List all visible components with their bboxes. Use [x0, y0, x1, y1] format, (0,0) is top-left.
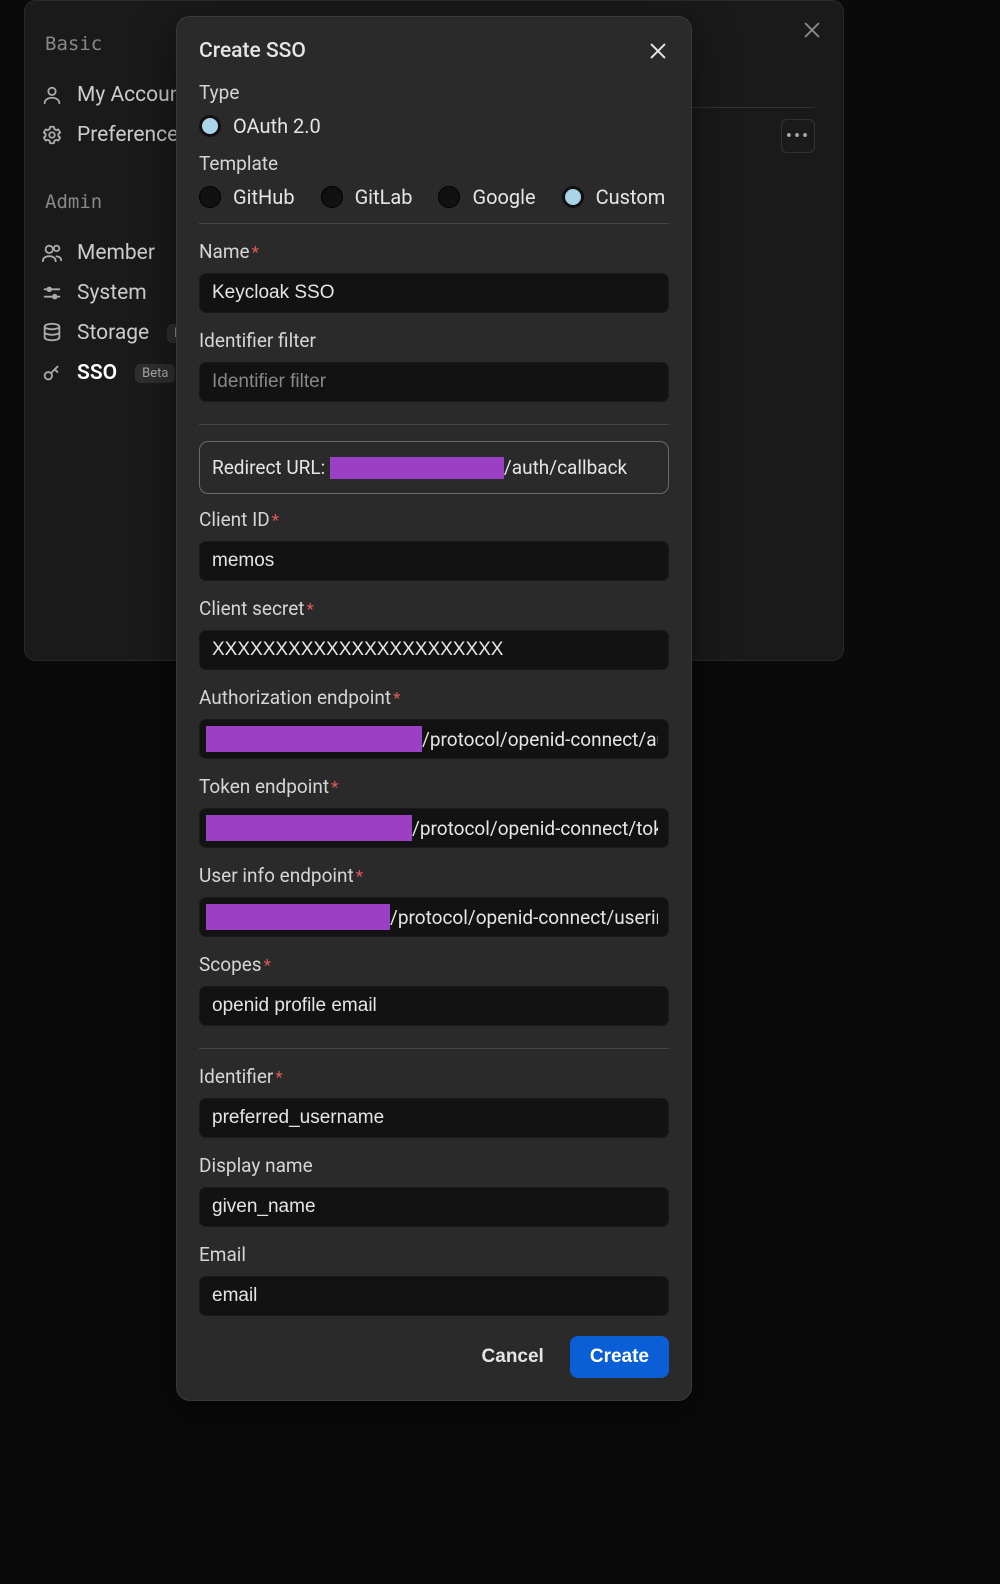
display-name-label: Display name — [199, 1154, 669, 1177]
key-icon — [41, 362, 63, 384]
sidebar-item-label: Storage — [77, 321, 149, 345]
userinfo-endpoint-input[interactable]: /protocol/openid-connect/userinfo — [199, 897, 669, 937]
user-icon — [41, 84, 63, 106]
modal-actions: Cancel Create — [199, 1336, 669, 1378]
redacted-segment — [206, 815, 412, 841]
redacted-segment — [206, 726, 422, 752]
template-option-custom[interactable]: Custom — [562, 185, 666, 209]
modal-title: Create SSO — [199, 39, 306, 63]
users-icon — [41, 242, 63, 264]
identifier-input[interactable] — [199, 1098, 669, 1138]
redacted-segment — [330, 457, 504, 479]
auth-endpoint-label: Authorization endpoint — [199, 686, 669, 709]
identifier-label: Identifier — [199, 1065, 669, 1088]
radio-unchecked-icon — [321, 186, 343, 208]
auth-endpoint-suffix: /protocol/openid-connect/auth — [422, 728, 658, 751]
cancel-button[interactable]: Cancel — [478, 1336, 548, 1378]
radio-label: Custom — [596, 185, 666, 209]
email-input[interactable] — [199, 1276, 669, 1316]
radio-label: Google — [472, 185, 535, 209]
sidebar-item-label: My Account — [77, 83, 188, 107]
client-secret-input[interactable] — [199, 630, 669, 670]
create-button[interactable]: Create — [570, 1336, 669, 1378]
redirect-url-display[interactable]: Redirect URL: /auth/callback — [199, 441, 669, 494]
name-label: Name — [199, 240, 669, 263]
template-option-google[interactable]: Google — [438, 185, 535, 209]
sidebar-item-label: Member — [77, 241, 155, 265]
template-radio-group: GitHub GitLab Google Custom — [199, 185, 669, 209]
divider — [199, 223, 669, 224]
template-label: Template — [199, 152, 669, 175]
database-icon — [41, 322, 63, 344]
modal-close-button[interactable] — [647, 40, 669, 62]
radio-unchecked-icon — [199, 186, 221, 208]
type-radio-group: OAuth 2.0 — [199, 114, 669, 138]
sliders-icon — [41, 282, 63, 304]
token-endpoint-label: Token endpoint — [199, 775, 669, 798]
radio-checked-icon — [562, 186, 584, 208]
sidebar-item-label: SSO — [77, 361, 117, 385]
beta-badge: Beta — [135, 364, 175, 383]
client-id-input[interactable] — [199, 541, 669, 581]
radio-checked-icon — [199, 115, 221, 137]
display-name-input[interactable] — [199, 1187, 669, 1227]
token-endpoint-input[interactable]: /protocol/openid-connect/token — [199, 808, 669, 848]
email-label: Email — [199, 1243, 669, 1266]
divider — [199, 1048, 669, 1049]
userinfo-endpoint-label: User info endpoint — [199, 864, 669, 887]
type-option-oauth2[interactable]: OAuth 2.0 — [199, 114, 321, 138]
radio-unchecked-icon — [438, 186, 460, 208]
template-option-gitlab[interactable]: GitLab — [321, 185, 413, 209]
client-id-label: Client ID — [199, 508, 669, 531]
token-endpoint-suffix: /protocol/openid-connect/token — [412, 817, 658, 840]
name-input[interactable] — [199, 273, 669, 313]
redirect-url-suffix: /auth/callback — [504, 456, 627, 479]
userinfo-endpoint-suffix: /protocol/openid-connect/userinfo — [390, 906, 658, 929]
create-sso-modal: Create SSO Type OAuth 2.0 Template GitHu… — [176, 16, 692, 1401]
identifier-filter-input[interactable] — [199, 362, 669, 402]
radio-label: GitHub — [233, 185, 295, 209]
identifier-filter-label: Identifier filter — [199, 329, 669, 352]
client-secret-label: Client secret — [199, 597, 669, 620]
radio-label: OAuth 2.0 — [233, 114, 321, 138]
sidebar-item-label: Preferences — [77, 123, 189, 147]
scopes-label: Scopes — [199, 953, 669, 976]
sidebar-item-label: System — [77, 281, 147, 305]
redirect-url-prefix: Redirect URL: — [212, 456, 325, 479]
redacted-segment — [206, 904, 390, 930]
divider — [199, 424, 669, 425]
gear-icon — [41, 124, 63, 146]
more-options-button[interactable]: ••• — [781, 119, 815, 153]
type-label: Type — [199, 81, 669, 104]
settings-close-button[interactable] — [801, 19, 823, 41]
radio-label: GitLab — [355, 185, 413, 209]
auth-endpoint-input[interactable]: /protocol/openid-connect/auth — [199, 719, 669, 759]
scopes-input[interactable] — [199, 986, 669, 1026]
template-option-github[interactable]: GitHub — [199, 185, 295, 209]
